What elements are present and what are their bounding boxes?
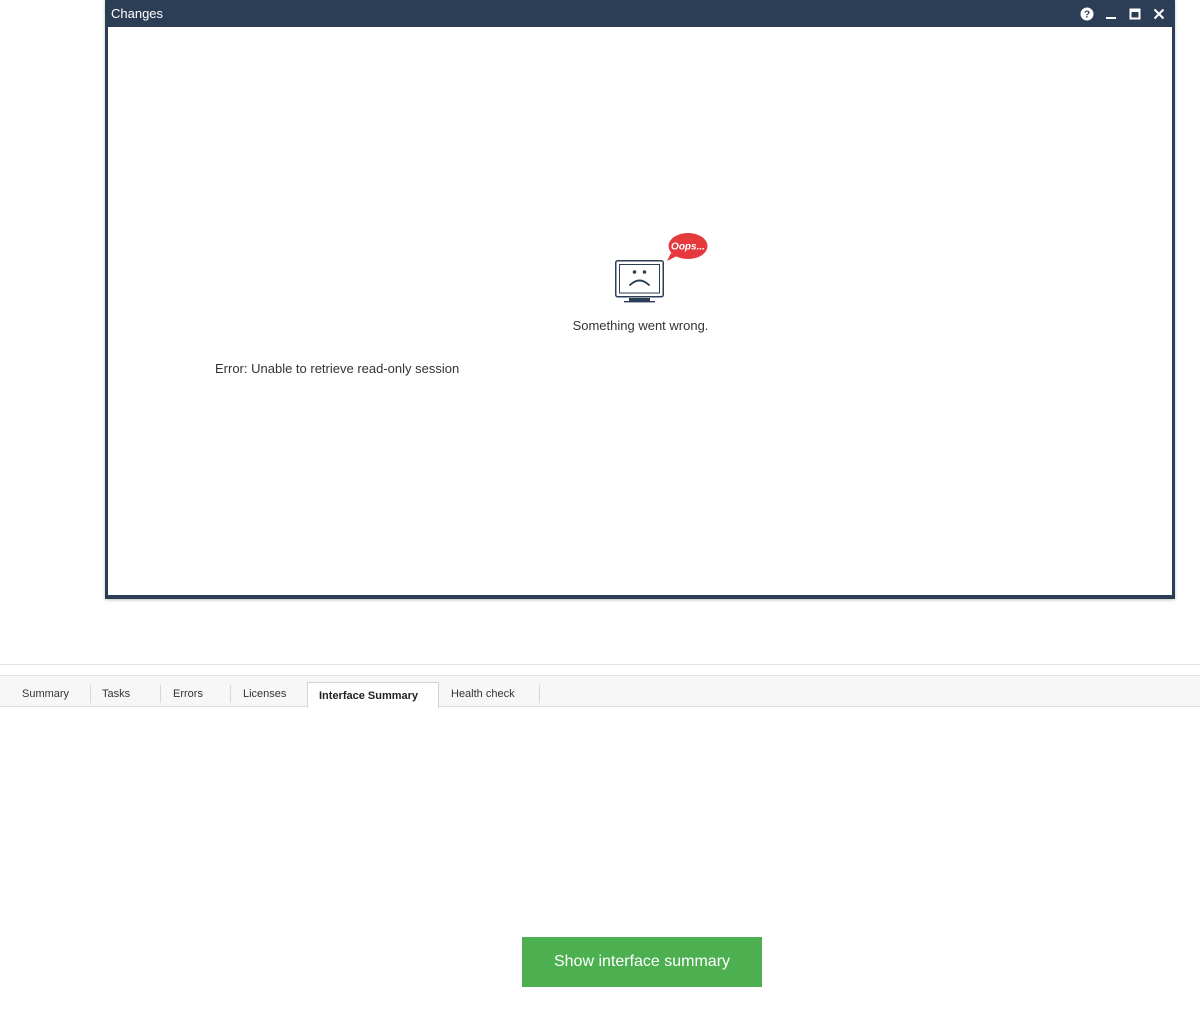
tab-interface-summary[interactable]: Interface Summary xyxy=(307,682,439,708)
tab-label: Health check xyxy=(451,688,515,700)
dialog-body: Oops... Something went wrong. Error: Una… xyxy=(108,27,1172,595)
help-icon[interactable]: ? xyxy=(1077,4,1097,24)
minimize-icon[interactable] xyxy=(1101,4,1121,24)
dialog-title: Changes xyxy=(111,6,164,21)
error-message: Something went wrong. xyxy=(572,318,709,333)
tab-label: Licenses xyxy=(243,688,287,700)
tab-health-check[interactable]: Health check xyxy=(451,676,515,706)
tab-summary[interactable]: Summary xyxy=(22,676,69,706)
tab-errors[interactable]: Errors xyxy=(173,676,203,706)
tab-label: Errors xyxy=(173,688,203,700)
error-detail: Error: Unable to retrieve read-only sess… xyxy=(215,361,460,376)
dialog-titlebar[interactable]: Changes ? xyxy=(105,0,1175,27)
tab-label: Interface Summary xyxy=(319,690,419,702)
tab-strip: Summary Tasks Errors Licenses Interface … xyxy=(0,675,1200,708)
tab-separator xyxy=(539,685,540,703)
tab-separator xyxy=(230,685,231,703)
maximize-icon[interactable] xyxy=(1125,4,1145,24)
tab-separator xyxy=(160,685,161,703)
oops-bubble-text: Oops... xyxy=(671,242,705,253)
changes-dialog: Changes ? Oops... Something went wrong. … xyxy=(105,0,1175,599)
tab-label: Tasks xyxy=(102,688,131,700)
window-controls: ? xyxy=(1077,4,1169,24)
tab-tasks[interactable]: Tasks xyxy=(102,676,130,706)
panel-divider xyxy=(0,664,1200,665)
tab-licenses[interactable]: Licenses xyxy=(243,676,286,706)
tab-label: Summary xyxy=(22,688,70,700)
svg-text:?: ? xyxy=(1084,10,1090,21)
show-interface-summary-button[interactable]: Show interface summary xyxy=(522,937,762,987)
tab-separator xyxy=(90,685,91,703)
close-icon[interactable] xyxy=(1149,4,1169,24)
sad-monitor-icon: Oops... xyxy=(613,232,713,308)
